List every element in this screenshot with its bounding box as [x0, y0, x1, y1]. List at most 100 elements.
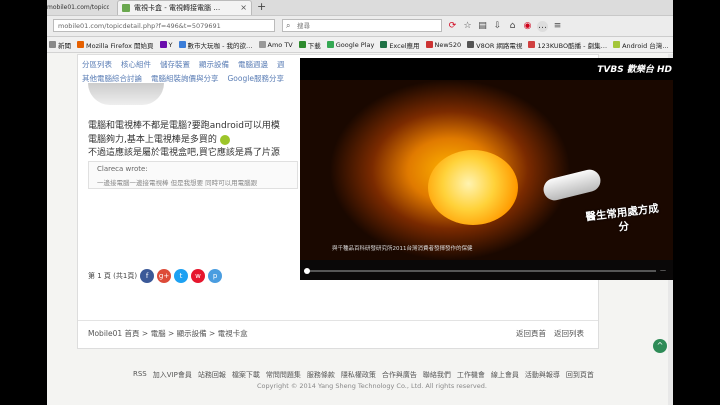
footer-link[interactable]: 加入VIP會員: [153, 370, 192, 380]
toolbar-icons: ⟳ ☆ ▤ ⇩ ⌂ ◉ … ≡: [447, 19, 669, 33]
bookmark-label: New520: [434, 40, 462, 49]
bookmark-item[interactable]: Amo TV: [258, 40, 293, 49]
tab-bar: mobile01.com/topicdetail.php?f=496&t=507…: [47, 0, 673, 16]
post-line-2: 電腦夠力,基本上電視棒是多買的: [88, 132, 230, 145]
scroll-to-top-button[interactable]: ^: [653, 339, 667, 353]
shield-icon[interactable]: ◉: [522, 21, 533, 32]
footer-link[interactable]: 隱私權政策: [341, 370, 376, 380]
bookmark-item[interactable]: New520: [425, 40, 462, 49]
video-progress-knob[interactable]: [304, 268, 310, 274]
bookmark-icon: [380, 41, 388, 48]
copyright: Copyright © 2014 Yang Sheng Technology C…: [257, 382, 487, 390]
pager: 第 1 頁 (共1頁) f g+ t w p: [88, 269, 223, 283]
new-tab-button[interactable]: +: [257, 0, 266, 14]
bookmark-icon: [528, 41, 536, 48]
category-link[interactable]: 電腦週邊: [238, 59, 268, 70]
post-line-3: 不過這應該是屬於電視盒吧,買它應該是爲了片源: [88, 148, 280, 158]
footer-link[interactable]: 工作機會: [457, 370, 485, 380]
bookmark-item[interactable]: 數市大玩咖 - 我的欲…: [178, 40, 253, 50]
search-placeholder: 搜尋: [297, 22, 310, 30]
footer-link[interactable]: 服務條款: [307, 370, 335, 380]
bookmarks-bar: 新聞 Mozilla Firefox 開始頁 Y 數市大玩咖 - 我的欲… Amo TV…: [47, 37, 673, 53]
bookmark-icon: [326, 41, 334, 48]
browser-window: mobile01.com/topicdetail.php?f=496&t=507…: [47, 0, 673, 405]
bookmark-label: 數市大玩咖 - 我的欲…: [187, 41, 253, 50]
reload-icon[interactable]: ⟳: [447, 21, 458, 32]
footer-link[interactable]: 活動與報導: [525, 370, 560, 380]
bookmark-item[interactable]: 新聞: [49, 40, 71, 50]
bookmark-icon: [613, 41, 621, 48]
menu-icon[interactable]: ≡: [552, 21, 563, 32]
search-input[interactable]: ⌕ 搜尋: [282, 19, 442, 32]
star-icon[interactable]: ☆: [462, 21, 473, 32]
bookmark-icon: [77, 41, 84, 48]
user-avatar: [88, 83, 164, 105]
bookmark-item[interactable]: 下載: [298, 40, 321, 50]
weibo-icon[interactable]: w: [191, 269, 206, 283]
footer-link[interactable]: 聯絡我們: [423, 370, 451, 380]
video-player[interactable]: TVBS 歡樂台 HD 醫生常用處方成分 與千種品百科研發研究所2011台灣消費…: [300, 58, 673, 280]
category-link[interactable]: Google服務分享: [228, 73, 284, 84]
bookmark-label: Y: [168, 40, 173, 49]
bookmark-item[interactable]: Google Play: [326, 40, 375, 49]
navigation-toolbar: mobile01.com/topicdetail.php?f=496&t=507…: [47, 16, 673, 37]
bookmark-item[interactable]: Android 台灣…: [613, 40, 669, 50]
divider: [78, 320, 598, 321]
google-plus-icon[interactable]: g+: [157, 269, 172, 283]
plurk-icon[interactable]: p: [208, 269, 223, 283]
smiley-icon: [219, 134, 230, 145]
breadcrumb[interactable]: Mobile01 首頁 > 電腦 > 顯示設備 > 電視卡盒: [88, 328, 248, 339]
bookmark-list-icon[interactable]: ▤: [477, 21, 488, 32]
bookmark-label: Google Play: [335, 40, 375, 49]
active-tab[interactable]: 電視卡盒 - 電視轉接電腦 … ×: [117, 0, 252, 15]
url-bar[interactable]: mobile01.com/topicdetail.php?f=496&t=507…: [53, 19, 275, 32]
quote-text: 一邊接電腦一邊接電視棒 但是我想要 同時可以用電腦跟: [97, 179, 258, 187]
category-nav-row-1: 分區列表 核心組件 儲存裝置 顯示設備 電腦週邊週: [82, 59, 285, 70]
footer-link[interactable]: 站務回報: [198, 370, 226, 380]
bookmark-item[interactable]: 123KUBO酷播 - 劇集…: [528, 40, 607, 50]
bookmark-label: 123KUBO酷播 - 劇集…: [537, 41, 608, 50]
home-icon[interactable]: ⌂: [507, 21, 518, 32]
close-tab-icon[interactable]: ×: [240, 1, 247, 15]
download-icon[interactable]: ⇩: [492, 21, 503, 32]
video-progress-end-icon: —: [660, 267, 666, 274]
page-indicator: 第 1 頁 (共1頁): [88, 272, 138, 280]
bookmark-item[interactable]: Y: [159, 40, 173, 49]
twitter-icon[interactable]: t: [174, 269, 189, 283]
footer-link[interactable]: 回到頁首: [566, 370, 594, 380]
bookmark-label: V8OR 網路電視: [476, 41, 523, 50]
footer-links: RSS 加入VIP會員 站務回報 檔案下載 常問問題集 服務條款 隱私權政策 合作與廣告 聯絡我…: [133, 370, 594, 380]
bookmark-icon: [258, 41, 266, 48]
back-to-top-link[interactable]: 返回頁首: [516, 328, 546, 339]
footer-link[interactable]: 檔案下載: [232, 370, 260, 380]
channel-logo: TVBS 歡樂台 HD: [597, 65, 672, 75]
category-link[interactable]: 核心組件: [121, 59, 151, 70]
bookmark-item[interactable]: V8OR 網路電視: [467, 40, 522, 50]
footer-link[interactable]: 合作與廣告: [382, 370, 417, 380]
video-progress-bar[interactable]: [304, 270, 656, 272]
search-icon: ⌕: [286, 21, 291, 30]
chat-icon[interactable]: …: [537, 20, 548, 32]
back-to-list-link[interactable]: 返回列表: [554, 328, 584, 339]
bookmark-label: 新聞: [58, 41, 71, 50]
bookmark-item[interactable]: Mozilla Firefox 開始頁: [77, 40, 154, 50]
quote-author: Clareca wrote:: [97, 165, 148, 173]
post-line-2-text: 電腦夠力,基本上電視棒是多買的: [88, 135, 217, 145]
pill-image: [541, 167, 603, 203]
capsule-glow: [428, 150, 518, 225]
bookmark-item[interactable]: Excel應用: [380, 40, 420, 50]
category-link[interactable]: 週: [277, 59, 285, 70]
bookmark-icon: [467, 41, 475, 48]
bookmark-label: Mozilla Firefox 開始頁: [86, 41, 154, 50]
category-link[interactable]: 顯示設備: [199, 59, 229, 70]
favicon-icon: [122, 4, 130, 12]
bookmark-label: Amo TV: [267, 40, 293, 49]
category-link[interactable]: 分區列表: [82, 59, 112, 70]
bookmark-icon: [425, 41, 433, 48]
footer-link[interactable]: 常問問題集: [266, 370, 301, 380]
category-link[interactable]: 儲存裝置: [160, 59, 190, 70]
facebook-icon[interactable]: f: [140, 269, 155, 283]
footer-link[interactable]: 線上會員: [491, 370, 519, 380]
footer-link[interactable]: RSS: [133, 370, 147, 380]
previous-tab-stub[interactable]: mobile01.com/topicdetail.php?f=496&t=507…: [47, 2, 109, 13]
